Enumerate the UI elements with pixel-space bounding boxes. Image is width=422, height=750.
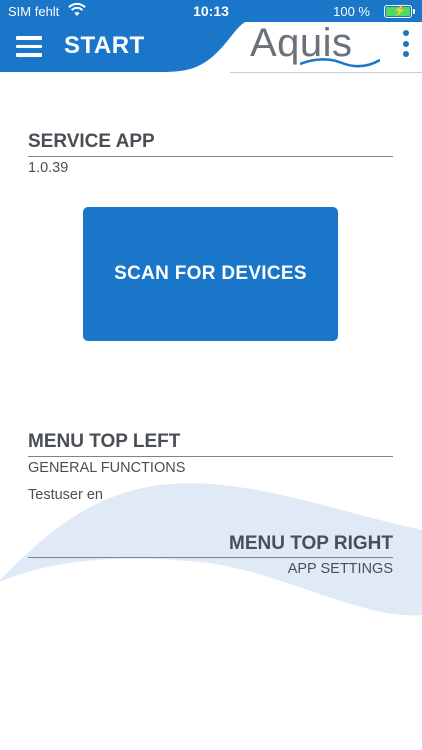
menu-top-right-title: MENU TOP RIGHT xyxy=(229,533,393,554)
battery-percentage: 100 % xyxy=(333,4,370,19)
scan-for-devices-button[interactable]: SCAN FOR DEVICES xyxy=(83,207,338,341)
menu-top-left-title: MENU TOP LEFT xyxy=(28,431,181,452)
header-divider xyxy=(230,72,422,73)
hamburger-menu-icon[interactable] xyxy=(16,36,44,58)
logo-wave-icon xyxy=(300,58,380,68)
vertical-dots-icon[interactable] xyxy=(398,30,414,66)
status-bar: SIM fehlt 10:13 100 % ⚡ xyxy=(0,0,422,22)
app-settings-label: APP SETTINGS xyxy=(287,561,393,577)
user-label: Testuser en xyxy=(28,487,103,503)
service-app-title: SERVICE APP xyxy=(28,131,155,152)
general-functions-label: GENERAL FUNCTIONS xyxy=(28,460,186,476)
app-header: START Aquis xyxy=(0,21,422,73)
app-version: 1.0.39 xyxy=(28,160,69,176)
page-title: START xyxy=(64,32,145,59)
menu-right-divider xyxy=(28,557,393,558)
service-divider xyxy=(28,156,393,157)
menu-left-divider xyxy=(28,456,393,457)
battery-charging-icon: ⚡ xyxy=(384,5,415,18)
